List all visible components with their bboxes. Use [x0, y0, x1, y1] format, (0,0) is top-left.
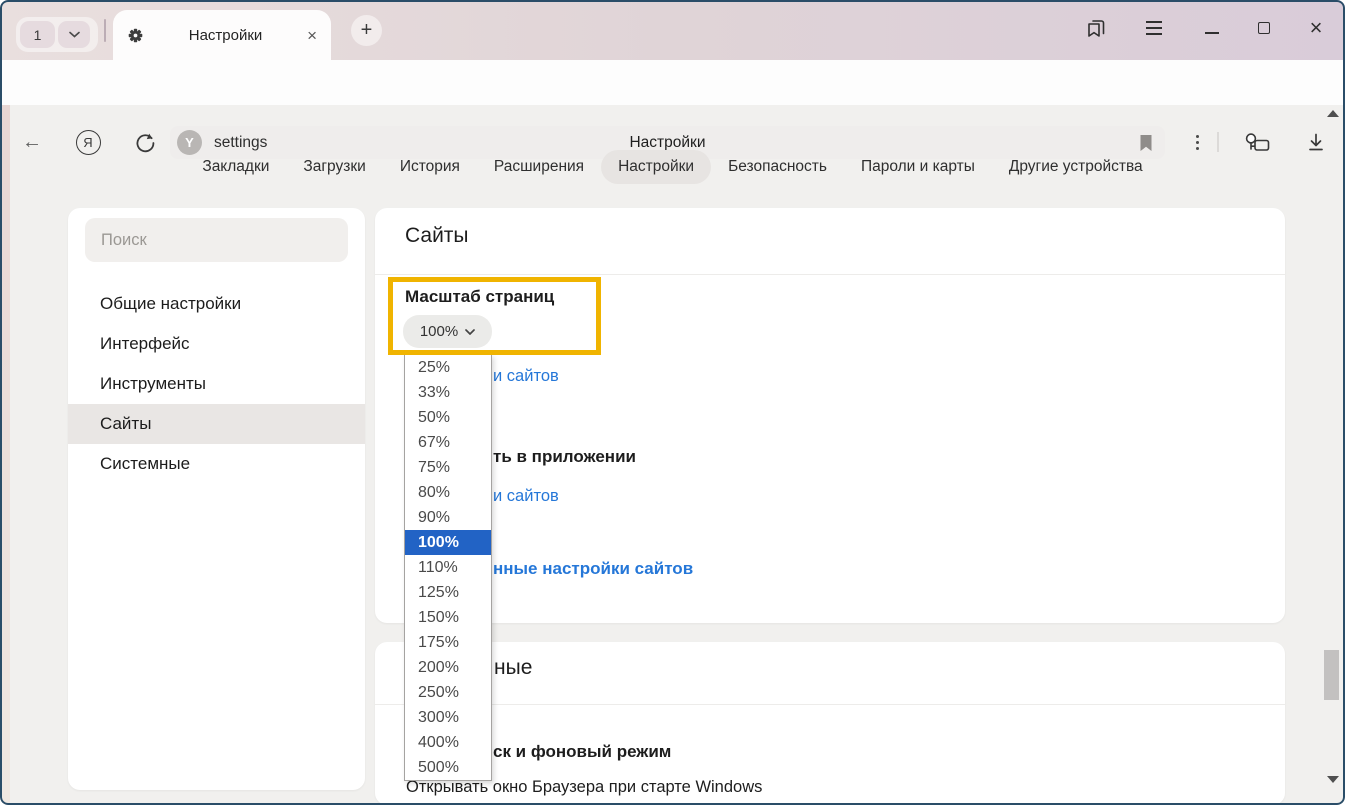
- zoom-option[interactable]: 110%: [405, 555, 491, 580]
- nav-tab-passwords[interactable]: Пароли и карты: [844, 150, 992, 184]
- sidebar-item-general[interactable]: Общие настройки: [68, 284, 365, 324]
- side-panels-button[interactable]: [1080, 13, 1112, 43]
- tab-group-pill: 1: [16, 17, 98, 52]
- maximize-button[interactable]: [1248, 13, 1280, 43]
- zoom-option[interactable]: 150%: [405, 605, 491, 630]
- search-input[interactable]: [85, 218, 348, 262]
- zoom-dropdown-button[interactable]: 100%: [403, 315, 492, 348]
- tab-bar: 1 Настройки × +: [0, 0, 1345, 60]
- active-tab[interactable]: Настройки ×: [113, 10, 331, 60]
- zoom-option[interactable]: 50%: [405, 405, 491, 430]
- sites-section-panel: Сайты Масштаб страниц 100% и сайтов ть в…: [375, 208, 1285, 623]
- zoom-option[interactable]: 25%: [405, 355, 491, 380]
- nav-tab-settings[interactable]: Настройки: [601, 150, 711, 184]
- zoom-option[interactable]: 300%: [405, 705, 491, 730]
- launch-heading-clipped: ск и фоновый режим: [493, 742, 671, 762]
- nav-tab-extensions[interactable]: Расширения: [477, 150, 601, 184]
- zoom-option[interactable]: 175%: [405, 630, 491, 655]
- panels-icon: [1085, 17, 1107, 39]
- zoom-dropdown-value: 100%: [420, 323, 458, 340]
- section-title-sites: Сайты: [405, 224, 469, 248]
- section-divider: [375, 704, 1285, 705]
- zoom-option[interactable]: 33%: [405, 380, 491, 405]
- nav-tab-history[interactable]: История: [383, 150, 477, 184]
- maximize-icon: [1258, 22, 1270, 34]
- chevron-down-icon: [69, 31, 80, 38]
- tab-close-icon[interactable]: ×: [307, 27, 317, 44]
- browser-menu-button[interactable]: [1138, 13, 1170, 43]
- zoom-dropdown-menu: 25% 33% 50% 67% 75% 80% 90% 100% 110% 12…: [404, 354, 492, 781]
- section-divider: [375, 274, 1285, 275]
- chevron-down-icon: [465, 329, 475, 335]
- scrollbar-up-icon[interactable]: [1327, 110, 1339, 117]
- nav-tab-downloads[interactable]: Загрузки: [286, 150, 382, 184]
- settings-sidebar: Общие настройки Интерфейс Инструменты Са…: [68, 208, 365, 790]
- tab-list-button[interactable]: [58, 21, 90, 48]
- scrollbar-thumb[interactable]: [1324, 650, 1339, 700]
- nav-tab-devices[interactable]: Другие устройства: [992, 150, 1160, 184]
- sidebar-item-interface[interactable]: Интерфейс: [68, 324, 365, 364]
- tab-title: Настройки: [144, 27, 307, 44]
- sidebar-item-system[interactable]: Системные: [68, 444, 365, 484]
- nav-tab-security[interactable]: Безопасность: [711, 150, 844, 184]
- site-settings-link2-clipped[interactable]: и сайтов: [493, 487, 559, 506]
- zoom-option[interactable]: 500%: [405, 755, 491, 780]
- system-section-panel: ные ск и фоновый режим Открывать окно Бр…: [375, 642, 1285, 805]
- scrollbar-down-icon[interactable]: [1327, 776, 1339, 783]
- advanced-site-settings-link-clipped[interactable]: нные настройки сайтов: [493, 559, 693, 579]
- section-title-system-clipped: ные: [494, 656, 532, 680]
- page-zoom-label: Масштаб страниц: [405, 287, 554, 307]
- settings-nav-tabs: Закладки Загрузки История Расширения Нас…: [0, 147, 1345, 187]
- sidebar-item-sites[interactable]: Сайты: [68, 404, 365, 444]
- close-window-button[interactable]: ×: [1300, 13, 1332, 43]
- zoom-option[interactable]: 200%: [405, 655, 491, 680]
- new-tab-button[interactable]: +: [351, 15, 382, 46]
- open-in-app-heading-clipped: ть в приложении: [493, 447, 636, 467]
- zoom-option[interactable]: 67%: [405, 430, 491, 455]
- zoom-option[interactable]: 250%: [405, 680, 491, 705]
- sidebar-item-tools[interactable]: Инструменты: [68, 364, 365, 404]
- browser-window: 1 Настройки × +: [0, 0, 1345, 805]
- zoom-option[interactable]: 400%: [405, 730, 491, 755]
- minimize-icon: [1205, 32, 1219, 34]
- window-edge-strip: [0, 105, 10, 805]
- zoom-option[interactable]: 80%: [405, 480, 491, 505]
- toolbar: ← Я Y settings Настройки: [0, 60, 1345, 105]
- zoom-option-selected[interactable]: 100%: [405, 530, 491, 555]
- site-settings-link-clipped[interactable]: и сайтов: [493, 367, 559, 386]
- zoom-option[interactable]: 90%: [405, 505, 491, 530]
- zoom-option[interactable]: 75%: [405, 455, 491, 480]
- zoom-option[interactable]: 125%: [405, 580, 491, 605]
- nav-tab-bookmarks[interactable]: Закладки: [185, 150, 286, 184]
- gear-icon: [127, 27, 144, 44]
- tab-count-button[interactable]: 1: [20, 21, 55, 48]
- menu-icon: [1146, 21, 1162, 34]
- minimize-button[interactable]: [1196, 18, 1228, 48]
- tabbar-divider: [104, 19, 106, 42]
